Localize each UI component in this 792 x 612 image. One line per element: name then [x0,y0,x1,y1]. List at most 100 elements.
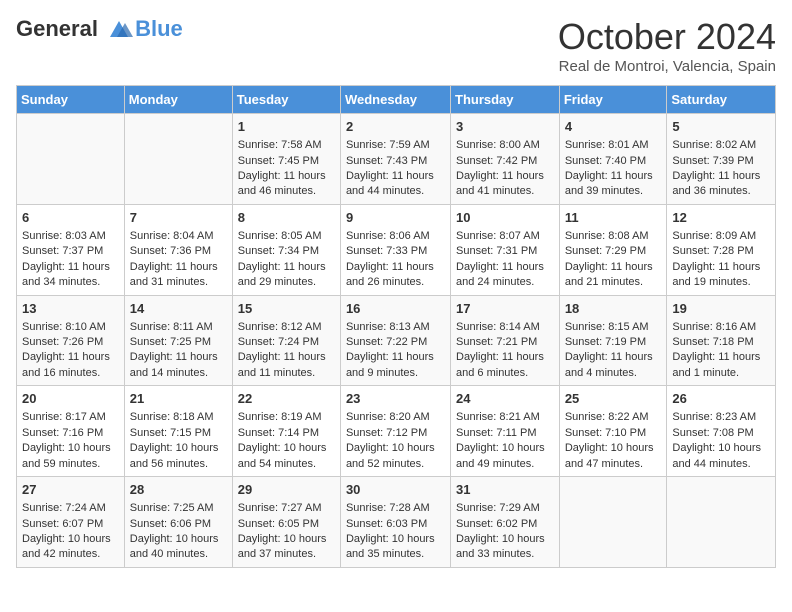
day-number: 5 [672,118,770,136]
sunrise-text: Sunrise: 8:17 AM [22,410,119,425]
logo: General Blue [16,16,183,42]
daylight-text: Daylight: 10 hours and 37 minutes. [238,532,335,563]
calendar-cell: 19Sunrise: 8:16 AMSunset: 7:18 PMDayligh… [667,295,776,386]
calendar-cell: 5Sunrise: 8:02 AMSunset: 7:39 PMDaylight… [667,114,776,205]
daylight-text: Daylight: 11 hours and 11 minutes. [238,350,335,381]
day-number: 19 [672,300,770,318]
sunrise-text: Sunrise: 8:13 AM [346,320,445,335]
day-number: 1 [238,118,335,136]
calendar-cell: 4Sunrise: 8:01 AMSunset: 7:40 PMDaylight… [559,114,667,205]
day-number: 10 [456,209,554,227]
daylight-text: Daylight: 11 hours and 41 minutes. [456,169,554,200]
sunset-text: Sunset: 7:19 PM [565,335,662,350]
daylight-text: Daylight: 10 hours and 56 minutes. [130,441,227,472]
sunset-text: Sunset: 6:06 PM [130,517,227,532]
week-row-3: 13Sunrise: 8:10 AMSunset: 7:26 PMDayligh… [17,295,776,386]
calendar-cell: 12Sunrise: 8:09 AMSunset: 7:28 PMDayligh… [667,204,776,295]
sunset-text: Sunset: 7:16 PM [22,426,119,441]
daylight-text: Daylight: 11 hours and 6 minutes. [456,350,554,381]
day-number: 26 [672,390,770,408]
sunrise-text: Sunrise: 7:58 AM [238,138,335,153]
calendar-cell: 25Sunrise: 8:22 AMSunset: 7:10 PMDayligh… [559,386,667,477]
sunrise-text: Sunrise: 8:23 AM [672,410,770,425]
day-number: 12 [672,209,770,227]
sunrise-text: Sunrise: 8:09 AM [672,229,770,244]
daylight-text: Daylight: 10 hours and 35 minutes. [346,532,445,563]
daylight-text: Daylight: 11 hours and 4 minutes. [565,350,662,381]
daylight-text: Daylight: 10 hours and 59 minutes. [22,441,119,472]
calendar-cell: 9Sunrise: 8:06 AMSunset: 7:33 PMDaylight… [340,204,450,295]
week-row-5: 27Sunrise: 7:24 AMSunset: 6:07 PMDayligh… [17,477,776,568]
header-row: SundayMondayTuesdayWednesdayThursdayFrid… [17,86,776,114]
day-number: 28 [130,481,227,499]
day-number: 8 [238,209,335,227]
header-cell-sunday: Sunday [17,86,125,114]
sunrise-text: Sunrise: 8:01 AM [565,138,662,153]
calendar-cell: 29Sunrise: 7:27 AMSunset: 6:05 PMDayligh… [232,477,340,568]
calendar-cell: 24Sunrise: 8:21 AMSunset: 7:11 PMDayligh… [451,386,560,477]
sunset-text: Sunset: 6:03 PM [346,517,445,532]
sunset-text: Sunset: 7:10 PM [565,426,662,441]
sunset-text: Sunset: 7:29 PM [565,244,662,259]
calendar-cell: 20Sunrise: 8:17 AMSunset: 7:16 PMDayligh… [17,386,125,477]
day-number: 13 [22,300,119,318]
sunrise-text: Sunrise: 8:21 AM [456,410,554,425]
sunrise-text: Sunrise: 8:07 AM [456,229,554,244]
day-number: 9 [346,209,445,227]
header-cell-friday: Friday [559,86,667,114]
daylight-text: Daylight: 10 hours and 42 minutes. [22,532,119,563]
day-number: 17 [456,300,554,318]
daylight-text: Daylight: 11 hours and 26 minutes. [346,260,445,291]
calendar-cell: 6Sunrise: 8:03 AMSunset: 7:37 PMDaylight… [17,204,125,295]
header-cell-monday: Monday [124,86,232,114]
sunset-text: Sunset: 7:28 PM [672,244,770,259]
day-number: 29 [238,481,335,499]
daylight-text: Daylight: 10 hours and 47 minutes. [565,441,662,472]
sunrise-text: Sunrise: 8:16 AM [672,320,770,335]
day-number: 7 [130,209,227,227]
sunrise-text: Sunrise: 8:05 AM [238,229,335,244]
day-number: 31 [456,481,554,499]
calendar-cell: 21Sunrise: 8:18 AMSunset: 7:15 PMDayligh… [124,386,232,477]
week-row-4: 20Sunrise: 8:17 AMSunset: 7:16 PMDayligh… [17,386,776,477]
day-number: 27 [22,481,119,499]
daylight-text: Daylight: 11 hours and 46 minutes. [238,169,335,200]
sunset-text: Sunset: 6:05 PM [238,517,335,532]
calendar-cell: 1 Sunrise: 7:58 AMSunset: 7:45 PMDaylight… [232,114,340,205]
daylight-text: Daylight: 11 hours and 36 minutes. [672,169,770,200]
daylight-text: Daylight: 10 hours and 33 minutes. [456,532,554,563]
sunrise-text: Sunrise: 7:29 AM [456,501,554,516]
sunset-text: Sunset: 7:40 PM [565,154,662,169]
header-cell-tuesday: Tuesday [232,86,340,114]
day-number: 23 [346,390,445,408]
daylight-text: Daylight: 11 hours and 29 minutes. [238,260,335,291]
sunset-text: Sunset: 7:36 PM [130,244,227,259]
calendar-cell: 31Sunrise: 7:29 AMSunset: 6:02 PMDayligh… [451,477,560,568]
logo-general: General [16,16,98,41]
daylight-text: Daylight: 10 hours and 44 minutes. [672,441,770,472]
calendar-cell [124,114,232,205]
sunrise-text: Sunrise: 8:12 AM [238,320,335,335]
sunset-text: Sunset: 7:37 PM [22,244,119,259]
header-cell-wednesday: Wednesday [340,86,450,114]
calendar-cell: 13Sunrise: 8:10 AMSunset: 7:26 PMDayligh… [17,295,125,386]
daylight-text: Daylight: 11 hours and 24 minutes. [456,260,554,291]
sunset-text: Sunset: 7:42 PM [456,154,554,169]
sunset-text: Sunset: 7:14 PM [238,426,335,441]
sunrise-text: Sunrise: 8:14 AM [456,320,554,335]
day-number: 18 [565,300,662,318]
sunset-text: Sunset: 7:45 PM [238,154,335,169]
sunrise-text: Sunrise: 7:25 AM [130,501,227,516]
sunrise-text: Sunrise: 8:04 AM [130,229,227,244]
day-number: 21 [130,390,227,408]
sunset-text: Sunset: 7:39 PM [672,154,770,169]
sunset-text: Sunset: 7:33 PM [346,244,445,259]
day-number: 22 [238,390,335,408]
calendar-cell: 17Sunrise: 8:14 AMSunset: 7:21 PMDayligh… [451,295,560,386]
week-row-2: 6Sunrise: 8:03 AMSunset: 7:37 PMDaylight… [17,204,776,295]
daylight-text: Daylight: 11 hours and 39 minutes. [565,169,662,200]
page-header: General Blue October 2024 Real de Montro… [16,16,776,75]
sunset-text: Sunset: 7:43 PM [346,154,445,169]
sunset-text: Sunset: 7:11 PM [456,426,554,441]
day-number: 16 [346,300,445,318]
